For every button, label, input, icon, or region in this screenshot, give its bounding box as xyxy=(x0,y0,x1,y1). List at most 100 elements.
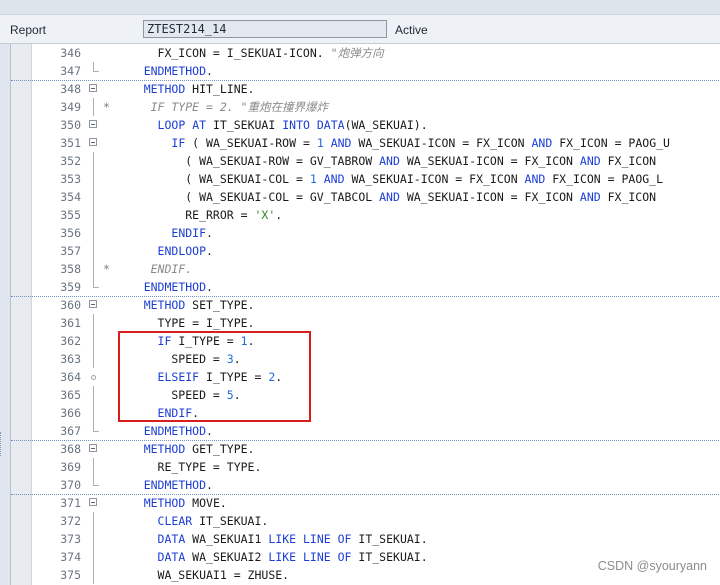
code-line[interactable]: 371 METHOD MOVE. xyxy=(11,494,720,512)
line-number: 367 xyxy=(60,424,81,438)
code-line[interactable]: 356 ENDIF. xyxy=(11,224,720,242)
line-number: 349 xyxy=(60,100,81,114)
line-number: 372 xyxy=(60,514,81,528)
line-number: 374 xyxy=(60,550,81,564)
program-name-field[interactable]: ZTEST214_14 xyxy=(143,20,387,38)
code-text[interactable]: ( WA_SEKUAI-COL = GV_TABCOL AND WA_SEKUA… xyxy=(116,188,656,206)
fold-guide xyxy=(93,170,94,188)
fold-guide xyxy=(93,548,94,566)
branch-marker-icon xyxy=(91,375,96,380)
fold-guide xyxy=(93,404,94,422)
code-line[interactable]: 347 ENDMETHOD. xyxy=(11,62,720,81)
line-number: 353 xyxy=(60,172,81,186)
code-text[interactable]: CLEAR IT_SEKUAI. xyxy=(116,512,269,530)
fold-end-icon xyxy=(93,476,99,486)
line-number: 351 xyxy=(60,136,81,150)
code-text[interactable]: LOOP AT IT_SEKUAI INTO DATA(WA_SEKUAI). xyxy=(116,116,428,134)
line-number: 370 xyxy=(60,478,81,492)
top-toolbar-strip xyxy=(0,0,720,15)
program-header: Report ZTEST214_14 Active xyxy=(0,15,720,44)
code-line[interactable]: 350 LOOP AT IT_SEKUAI INTO DATA(WA_SEKUA… xyxy=(11,116,720,134)
line-number: 350 xyxy=(60,118,81,132)
code-text[interactable]: ENDMETHOD. xyxy=(116,422,213,440)
code-line[interactable]: 352 ( WA_SEKUAI-ROW = GV_TABROW AND WA_S… xyxy=(11,152,720,170)
code-line[interactable]: 360 METHOD SET_TYPE. xyxy=(11,296,720,314)
code-text[interactable]: RE_RROR = 'X'. xyxy=(116,206,282,224)
line-number: 355 xyxy=(60,208,81,222)
code-line[interactable]: 348 METHOD HIT_LINE. xyxy=(11,80,720,98)
code-line[interactable]: 346 FX_ICON = I_SEKUAI-ICON. "炮弹方向 xyxy=(11,44,720,62)
fold-guide xyxy=(93,260,94,278)
code-text[interactable]: ENDIF. xyxy=(116,260,193,278)
code-text[interactable]: ENDMETHOD. xyxy=(116,278,213,296)
watermark: CSDN @syouryann xyxy=(597,559,707,573)
code-text[interactable]: ENDLOOP. xyxy=(116,242,213,260)
code-text[interactable]: ENDMETHOD. xyxy=(116,476,213,494)
code-editor[interactable]: 346 FX_ICON = I_SEKUAI-ICON. "炮弹方向 347 EN… xyxy=(10,44,720,585)
line-number: 363 xyxy=(60,352,81,366)
comment-marker: * xyxy=(103,100,110,114)
code-text[interactable]: RE_TYPE = TYPE. xyxy=(116,458,262,476)
code-text[interactable]: WA_SEKUAI1 = ZHUSE. xyxy=(116,566,290,584)
code-text[interactable]: ( WA_SEKUAI-ROW = GV_TABROW AND WA_SEKUA… xyxy=(116,152,656,170)
code-line[interactable]: 372 CLEAR IT_SEKUAI. xyxy=(11,512,720,530)
fold-guide xyxy=(93,332,94,350)
fold-guide xyxy=(93,98,94,116)
comment-marker: * xyxy=(103,262,110,276)
code-text[interactable]: METHOD HIT_LINE. xyxy=(116,80,255,98)
code-line[interactable]: 369 RE_TYPE = TYPE. xyxy=(11,458,720,476)
code-text[interactable]: ENDMETHOD. xyxy=(116,62,213,80)
code-text[interactable]: FX_ICON = I_SEKUAI-ICON. "炮弹方向 xyxy=(116,44,384,62)
line-number: 366 xyxy=(60,406,81,420)
line-number: 347 xyxy=(60,64,81,78)
line-number: 348 xyxy=(60,82,81,96)
collapse-icon[interactable] xyxy=(89,444,97,452)
program-status: Active xyxy=(395,23,428,37)
fold-guide xyxy=(93,224,94,242)
code-line[interactable]: 349 * IF TYPE = 2. "重炮在撞界爆炸 xyxy=(11,98,720,116)
fold-guide xyxy=(93,512,94,530)
fold-guide xyxy=(93,566,94,584)
code-text[interactable]: DATA WA_SEKUAI2 LIKE LINE OF IT_SEKUAI. xyxy=(116,548,428,566)
line-number: 346 xyxy=(60,46,81,60)
code-line[interactable]: 357 ENDLOOP. xyxy=(11,242,720,260)
code-text[interactable]: IF TYPE = 2. "重炮在撞界爆炸 xyxy=(116,98,328,116)
line-number: 357 xyxy=(60,244,81,258)
line-number: 359 xyxy=(60,280,81,294)
fold-guide xyxy=(93,152,94,170)
splitter-handle[interactable] xyxy=(0,432,4,456)
code-line[interactable]: 361 TYPE = I_TYPE. xyxy=(11,314,720,332)
code-text[interactable]: METHOD SET_TYPE. xyxy=(116,296,255,314)
code-text[interactable]: ENDIF. xyxy=(116,224,213,242)
code-text[interactable]: TYPE = I_TYPE. xyxy=(116,314,255,332)
collapse-icon[interactable] xyxy=(89,300,97,308)
code-text[interactable]: METHOD GET_TYPE. xyxy=(116,440,255,458)
fold-guide xyxy=(93,188,94,206)
code-line[interactable]: 358 * ENDIF. xyxy=(11,260,720,278)
code-text[interactable]: METHOD MOVE. xyxy=(116,494,227,512)
fold-guide xyxy=(93,458,94,476)
code-line[interactable]: 353 ( WA_SEKUAI-COL = 1 AND WA_SEKUAI-IC… xyxy=(11,170,720,188)
code-line[interactable]: 359 ENDMETHOD. xyxy=(11,278,720,297)
code-line[interactable]: 368 METHOD GET_TYPE. xyxy=(11,440,720,458)
fold-guide xyxy=(93,314,94,332)
fold-end-icon xyxy=(93,62,99,72)
code-line[interactable]: 354 ( WA_SEKUAI-COL = GV_TABCOL AND WA_S… xyxy=(11,188,720,206)
collapse-icon[interactable] xyxy=(89,120,97,128)
fold-guide xyxy=(93,206,94,224)
line-number: 356 xyxy=(60,226,81,240)
code-text[interactable]: DATA WA_SEKUAI1 LIKE LINE OF IT_SEKUAI. xyxy=(116,530,428,548)
code-line[interactable]: 351 IF ( WA_SEKUAI-ROW = 1 AND WA_SEKUAI… xyxy=(11,134,720,152)
collapse-icon[interactable] xyxy=(89,84,97,92)
code-line[interactable]: 373 DATA WA_SEKUAI1 LIKE LINE OF IT_SEKU… xyxy=(11,530,720,548)
fold-end-icon xyxy=(93,422,99,432)
line-number: 373 xyxy=(60,532,81,546)
code-line[interactable]: 367 ENDMETHOD. xyxy=(11,422,720,441)
code-text[interactable]: IF ( WA_SEKUAI-ROW = 1 AND WA_SEKUAI-ICO… xyxy=(116,134,670,152)
code-text[interactable]: ( WA_SEKUAI-COL = 1 AND WA_SEKUAI-ICON =… xyxy=(116,170,663,188)
code-line[interactable]: 370 ENDMETHOD. xyxy=(11,476,720,495)
code-line[interactable]: 355 RE_RROR = 'X'. xyxy=(11,206,720,224)
line-number: 352 xyxy=(60,154,81,168)
collapse-icon[interactable] xyxy=(89,138,97,146)
collapse-icon[interactable] xyxy=(89,498,97,506)
